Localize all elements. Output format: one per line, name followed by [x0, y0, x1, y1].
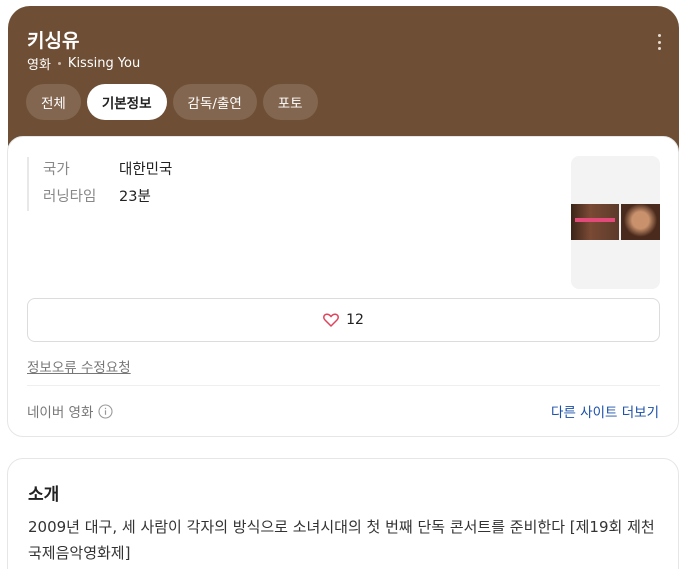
movie-still-image [571, 204, 660, 240]
tab-photo[interactable]: 포토 [262, 84, 318, 120]
info-row-country: 국가 대한민국 [43, 157, 172, 184]
like-count: 12 [346, 312, 364, 328]
like-button[interactable]: 12 [27, 298, 660, 342]
runtime-label: 러닝타임 [43, 189, 97, 205]
intro-title: 소개 [28, 485, 60, 505]
movie-title: 키싱유 [27, 30, 80, 52]
other-sites-link[interactable]: 다른 사이트 더보기 [551, 401, 659, 421]
intro-card: 소개 2009년 대구, 세 사람이 각자의 방식으로 소녀시대의 첫 번째 단… [7, 458, 679, 569]
source-label: 네이버 영화 [27, 401, 113, 421]
divider [27, 385, 660, 386]
info-row-runtime: 러닝타임 23분 [43, 184, 172, 211]
movie-subtitle: 영화 Kissing You [27, 54, 140, 73]
country-value: 대한민국 [119, 162, 173, 178]
runtime-value: 23분 [119, 189, 151, 205]
heart-icon [323, 313, 340, 327]
info-list: 국가 대한민국 러닝타임 23분 [27, 157, 172, 211]
country-label: 국가 [43, 162, 70, 178]
more-options-icon[interactable] [651, 32, 667, 52]
category-label: 영화 [27, 58, 51, 73]
english-title: Kissing You [67, 56, 141, 71]
intro-text: 2009년 대구, 세 사람이 각자의 방식으로 소녀시대의 첫 번째 단독 콘… [28, 518, 655, 562]
separator-dot [57, 62, 61, 65]
tab-all[interactable]: 전체 [26, 84, 81, 120]
info-icon[interactable] [98, 403, 113, 419]
tab-bar: 전체 기본정보 감독/출연 포토 [26, 84, 318, 120]
tab-basic-info[interactable]: 기본정보 [86, 84, 167, 120]
source-name: 네이버 영화 [27, 405, 94, 421]
poster-thumbnail[interactable] [571, 156, 660, 289]
basic-info-card: 국가 대한민국 러닝타임 23분 12 정보오류 수정요청 네이버 영화 다른 … [7, 136, 679, 437]
tab-director-cast[interactable]: 감독/출연 [172, 84, 257, 120]
report-error-link[interactable]: 정보오류 수정요청 [27, 356, 131, 376]
